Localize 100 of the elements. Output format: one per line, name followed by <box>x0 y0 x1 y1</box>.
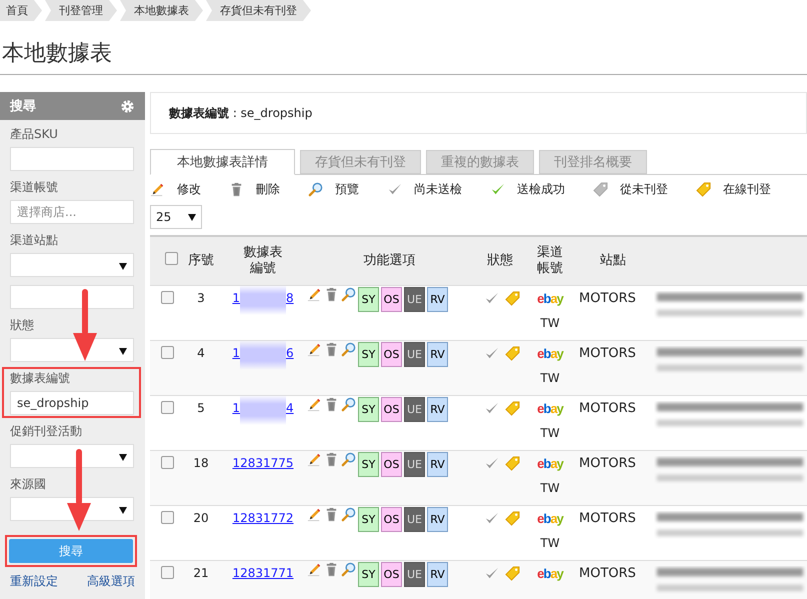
dropdown[interactable] <box>10 444 134 468</box>
input-field[interactable]: se_dropship <box>10 391 134 415</box>
input-field[interactable]: 選擇商店... <box>10 200 134 224</box>
country-code: TW <box>540 481 560 495</box>
tag-icon <box>505 346 520 361</box>
checkbox[interactable] <box>161 401 174 414</box>
gear-icon[interactable] <box>120 98 135 114</box>
pencil-icon <box>307 342 322 357</box>
function-button[interactable]: SY <box>358 287 379 312</box>
link[interactable]: 高級選項 <box>87 573 135 590</box>
id-link[interactable]: 12831771 <box>232 566 294 580</box>
ebay-logo: ebay <box>537 456 563 471</box>
magnifier-icon <box>341 287 356 302</box>
function-button[interactable]: UE <box>404 397 425 422</box>
field-label: 狀態 <box>10 317 35 334</box>
trash-icon <box>229 182 244 196</box>
field-label: 數據表編號 <box>10 370 71 387</box>
arrow-drawing <box>73 289 97 361</box>
caret-icon <box>119 263 127 270</box>
magnifier-icon <box>341 562 356 577</box>
legend-label: 修改 <box>177 180 201 198</box>
check-icon <box>387 182 402 196</box>
tag-icon <box>505 456 520 471</box>
checkbox[interactable] <box>164 252 178 265</box>
function-button[interactable]: RV <box>427 562 448 587</box>
checkbox[interactable] <box>161 291 174 304</box>
function-button[interactable]: SY <box>358 452 379 477</box>
function-button[interactable]: OS <box>381 397 402 422</box>
pencil-icon <box>307 507 322 522</box>
pencil-icon <box>307 287 322 302</box>
function-button[interactable]: UE <box>404 342 425 367</box>
function-button[interactable]: UE <box>404 452 425 477</box>
country-code: TW <box>540 316 560 330</box>
id-link[interactable]: 12831772 <box>232 511 294 525</box>
id-link[interactable]: 8 <box>286 291 294 305</box>
function-button[interactable]: RV <box>427 287 448 312</box>
input-field[interactable] <box>10 147 134 171</box>
check-icon <box>484 566 499 581</box>
trash-icon <box>324 562 339 577</box>
magnifier-icon <box>341 342 356 357</box>
function-button[interactable]: SY <box>358 397 379 422</box>
trash-icon <box>324 342 339 357</box>
function-button[interactable]: SY <box>358 342 379 367</box>
link[interactable]: 重新設定 <box>10 573 58 590</box>
legend-label: 尚未送檢 <box>414 180 462 198</box>
id-link[interactable]: 1 <box>232 401 240 415</box>
breadcrumb-item[interactable]: 刊登管理 <box>45 0 117 21</box>
function-button[interactable]: OS <box>381 562 402 587</box>
id-link[interactable]: 1 <box>232 346 240 360</box>
table-cell: 5 <box>197 401 205 415</box>
trash-icon <box>324 287 339 302</box>
country-code: TW <box>540 371 560 385</box>
function-button[interactable]: OS <box>381 287 402 312</box>
function-button[interactable]: RV <box>427 452 448 477</box>
column-header: 數據表編號 <box>242 244 284 278</box>
function-button[interactable]: RV <box>427 507 448 532</box>
table-cell: 18 <box>193 456 209 470</box>
checkbox[interactable] <box>161 456 174 469</box>
function-button[interactable]: SY <box>358 562 379 587</box>
table-cell: 20 <box>193 511 209 525</box>
function-button[interactable]: RV <box>427 342 448 367</box>
blur-patch <box>240 285 286 315</box>
id-link[interactable]: 6 <box>286 346 294 360</box>
function-button[interactable]: UE <box>404 562 425 587</box>
function-button[interactable]: SY <box>358 507 379 532</box>
checkbox[interactable] <box>161 566 174 579</box>
field-label: 來源國 <box>10 476 47 493</box>
dropdown[interactable] <box>10 338 134 362</box>
function-button[interactable]: UE <box>404 287 425 312</box>
column-header: 功能選項 <box>364 252 416 268</box>
tag-icon <box>696 182 711 196</box>
function-button[interactable]: OS <box>381 507 402 532</box>
tag-icon <box>505 401 520 416</box>
function-button[interactable]: RV <box>427 397 448 422</box>
id-link[interactable]: 1 <box>232 291 240 305</box>
tag-icon <box>593 182 608 196</box>
checkbox[interactable] <box>161 511 174 524</box>
ebay-logo: ebay <box>537 401 563 416</box>
input-field[interactable] <box>10 285 134 309</box>
breadcrumb-item[interactable]: 存貨但未有刊登 <box>206 0 311 21</box>
id-link[interactable]: 12831775 <box>232 456 294 470</box>
ebay-logo: ebay <box>537 291 563 306</box>
check-icon <box>484 346 499 361</box>
field-label: 渠道站點 <box>10 232 59 249</box>
page-size-select[interactable]: 25 <box>150 205 202 229</box>
table-cell: MOTORS <box>579 456 636 471</box>
breadcrumb-item[interactable]: 本地數據表 <box>120 0 203 21</box>
function-button[interactable]: OS <box>381 452 402 477</box>
checkbox[interactable] <box>161 346 174 359</box>
function-button[interactable]: OS <box>381 342 402 367</box>
ebay-logo: ebay <box>537 346 563 361</box>
magnifier-icon <box>308 182 323 196</box>
breadcrumb-item[interactable]: 首頁 <box>0 0 42 21</box>
tab[interactable]: 本地數據表詳情 <box>150 149 295 175</box>
check-icon <box>484 456 499 471</box>
tag-icon <box>505 291 520 306</box>
magnifier-icon <box>341 507 356 522</box>
id-link[interactable]: 4 <box>286 401 294 415</box>
check-icon <box>484 401 499 416</box>
function-button[interactable]: UE <box>404 507 425 532</box>
